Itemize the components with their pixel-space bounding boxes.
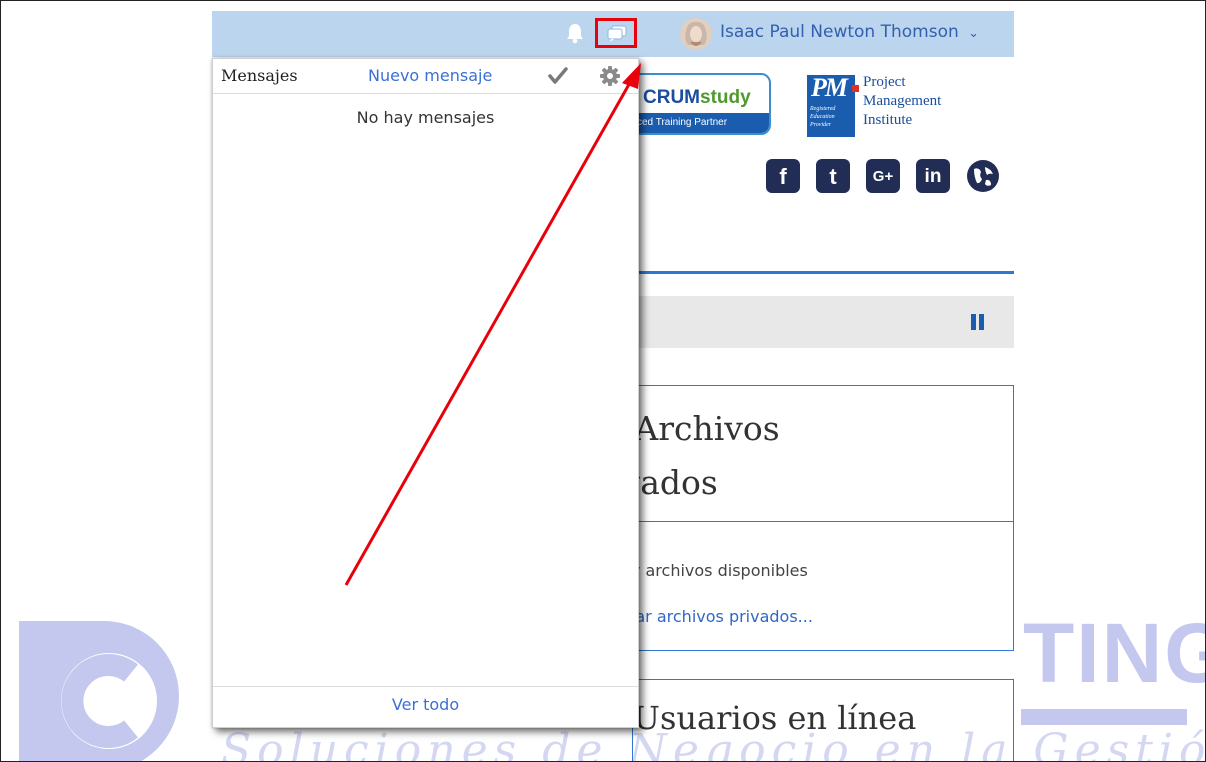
messages-popover-header: Mensajes Nuevo mensaje	[213, 59, 638, 94]
pmi-mark: PM Registered Education Provider	[807, 73, 859, 137]
messages-toggle-button[interactable]	[595, 18, 637, 48]
pmi-logo: PM Registered Education Provider Project…	[807, 73, 967, 139]
user-portrait-icon	[680, 18, 712, 50]
pause-icon[interactable]	[971, 314, 987, 330]
user-menu-trigger[interactable]: Isaac Paul Newton Thomson ⌄	[720, 22, 979, 42]
no-messages-text: No hay mensajes	[356, 108, 495, 127]
messages-popover-footer: Ver todo	[213, 686, 638, 727]
gear-icon[interactable]	[599, 65, 621, 87]
online-users-title: Usuarios en línea	[633, 699, 917, 737]
pmi-wordmark: Project Management Institute	[863, 74, 942, 128]
globe-icon[interactable]	[966, 159, 1000, 193]
announcement-bar	[637, 296, 1014, 348]
manage-private-files-link[interactable]: ionar archivos privados...	[611, 607, 813, 626]
view-all-messages-link[interactable]: Ver todo	[213, 695, 638, 714]
messages-popover: Mensajes Nuevo mensaje No hay mensajes V…	[212, 58, 639, 728]
twitter-icon[interactable]: t	[816, 159, 850, 193]
top-navbar: Isaac Paul Newton Thomson ⌄	[212, 11, 1014, 57]
scrumstudy-tagline: ced Training Partner	[623, 113, 769, 133]
screenshot-frame: TING Soluciones de Negocio en la Gestión…	[0, 0, 1206, 762]
messages-title: Mensajes	[221, 66, 298, 85]
avatar[interactable]	[680, 18, 712, 50]
watermark-logo	[19, 621, 179, 761]
chat-bubbles-icon	[607, 25, 627, 42]
watermark-underline	[1021, 709, 1187, 725]
chevron-down-icon: ⌄	[968, 26, 980, 41]
notifications-bell-icon[interactable]	[564, 22, 586, 44]
scrumstudy-logo: CRUMstudy ced Training Partner	[621, 73, 771, 135]
scrumstudy-wordmark: CRUMstudy	[643, 87, 751, 108]
google-plus-icon[interactable]: G+	[866, 159, 900, 193]
new-message-link[interactable]: Nuevo mensaje	[368, 66, 492, 85]
linkedin-icon[interactable]: in	[916, 159, 950, 193]
no-files-text: hay archivos disponibles	[611, 561, 808, 580]
user-name: Isaac Paul Newton Thomson	[720, 22, 959, 42]
facebook-icon[interactable]: f	[766, 159, 800, 193]
watermark-text: TING	[1023, 606, 1205, 700]
private-files-card-body	[632, 521, 1014, 651]
mark-all-read-check-icon[interactable]	[548, 67, 568, 85]
